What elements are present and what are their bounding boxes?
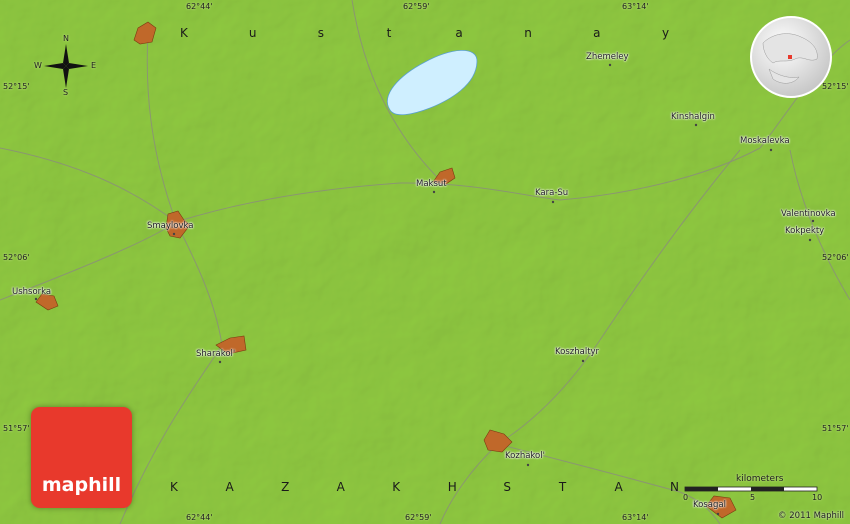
region-letter: u bbox=[248, 26, 257, 40]
place-label[interactable]: Smaylovka bbox=[147, 221, 194, 231]
map-canvas[interactable]: Ku s t a n a y K A Z A K H S T A N 62°44' 62°59' 63°14'… bbox=[0, 0, 850, 524]
region-letter: a bbox=[593, 26, 601, 40]
place-label[interactable]: Valentinovka bbox=[781, 209, 836, 219]
place-label[interactable]: Moskalevka bbox=[740, 136, 790, 146]
compass-north: N bbox=[63, 34, 69, 43]
place-label[interactable]: Maksut bbox=[416, 179, 447, 189]
maphill-logo-text: maphill bbox=[41, 474, 122, 496]
region-label-kustanay: Ku s t a n a y bbox=[0, 26, 850, 44]
region-letter: N bbox=[670, 480, 679, 494]
region-letter: H bbox=[447, 480, 457, 494]
lat-label-right-3: 51°57' bbox=[822, 424, 849, 433]
scale-tick-0: 0 bbox=[683, 493, 689, 502]
region-letter: K bbox=[170, 480, 178, 494]
region-letter: t bbox=[386, 26, 392, 40]
lon-label-bottom-1: 62°44' bbox=[186, 513, 213, 522]
place-label[interactable]: Kara-Su bbox=[535, 188, 568, 198]
lon-label-top-2: 62°59' bbox=[403, 2, 430, 11]
scale-tick-5: 5 bbox=[750, 493, 756, 502]
lat-label-right-2: 52°06' bbox=[822, 253, 849, 262]
region-letter: y bbox=[662, 26, 670, 40]
region-letter: a bbox=[455, 26, 463, 40]
lon-label-top-1: 62°44' bbox=[186, 2, 213, 11]
lat-label-left-2: 52°06' bbox=[3, 253, 30, 262]
lat-label-left-3: 51°57' bbox=[3, 424, 30, 433]
lon-label-top-3: 63°14' bbox=[622, 2, 649, 11]
maphill-logo[interactable]: maphill bbox=[31, 407, 132, 508]
region-letter: s bbox=[317, 26, 324, 40]
scale-bar: kilometers 0 5 10 bbox=[682, 474, 822, 506]
lon-label-bottom-2: 62°59' bbox=[405, 513, 432, 522]
region-letter: S bbox=[503, 480, 511, 494]
compass-south: S bbox=[63, 88, 69, 97]
region-letter: A bbox=[336, 480, 345, 494]
lat-label-left-1: 52°15' bbox=[3, 82, 30, 91]
place-label[interactable]: Kozhakol' bbox=[505, 451, 545, 461]
place-label[interactable]: Koszhaltyr bbox=[555, 347, 599, 357]
compass-rose: N S W E bbox=[30, 34, 102, 98]
compass-east: E bbox=[91, 61, 97, 70]
region-letter: Z bbox=[281, 480, 290, 494]
region-letter: K bbox=[180, 26, 188, 40]
place-label[interactable]: Kinshalgin bbox=[671, 112, 715, 122]
region-letter: A bbox=[225, 480, 234, 494]
compass-west: W bbox=[34, 61, 42, 70]
scale-unit: kilometers bbox=[736, 474, 784, 484]
region-letter: A bbox=[614, 480, 623, 494]
place-label[interactable]: Zhemeley bbox=[586, 52, 629, 62]
scale-tick-10: 10 bbox=[812, 493, 823, 502]
place-label[interactable]: Ushsorka bbox=[12, 287, 51, 297]
region-letter: T bbox=[558, 480, 567, 494]
region-letter: K bbox=[392, 480, 401, 494]
copyright-notice: © 2011 Maphill bbox=[778, 511, 844, 521]
place-label[interactable]: Sharakol' bbox=[196, 349, 235, 359]
region-letter: n bbox=[524, 26, 532, 40]
locator-globe[interactable] bbox=[749, 15, 833, 99]
place-label[interactable]: Kokpekty bbox=[785, 226, 824, 236]
lon-label-bottom-3: 63°14' bbox=[622, 513, 649, 522]
globe-icon bbox=[750, 16, 832, 98]
